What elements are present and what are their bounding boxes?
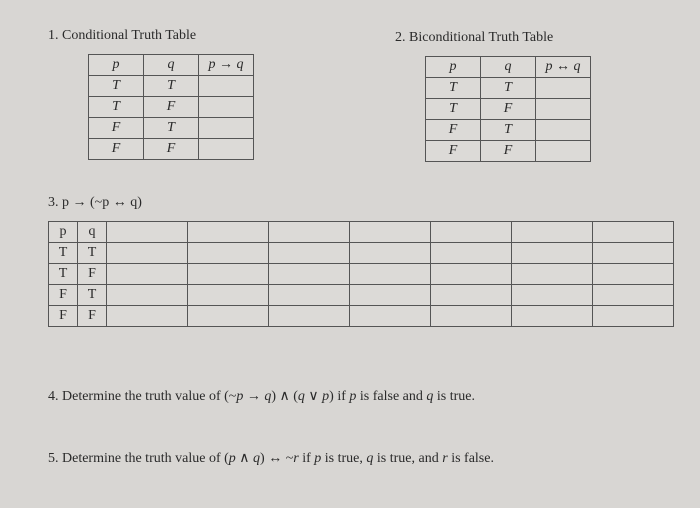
table-header: p q p → q — [89, 55, 254, 76]
col-result: p ↔ q — [536, 57, 591, 78]
col-blank — [593, 222, 674, 243]
col-blank — [107, 222, 188, 243]
col-p: p — [89, 55, 144, 76]
question-5: 5. Determine the truth value of (p ∧ q) … — [48, 450, 658, 467]
title-1: 1. Conditional Truth Table — [48, 28, 254, 44]
col-blank — [350, 222, 431, 243]
table-row: FF — [89, 139, 254, 160]
table-row: TT — [49, 243, 674, 264]
table-header: p q — [49, 222, 674, 243]
col-blank — [431, 222, 512, 243]
section-expression: 3. p → (~p ↔ q) p q TT TF FT FF — [48, 195, 674, 327]
table-row: TT — [89, 76, 254, 97]
table-expression: p q TT TF FT FF — [48, 221, 674, 327]
table-row: TT — [426, 78, 591, 99]
table-row: FT — [426, 120, 591, 141]
question-4: 4. Determine the truth value of (~p → q)… — [48, 388, 658, 405]
table-row: FF — [49, 306, 674, 327]
col-blank — [269, 222, 350, 243]
col-p: p — [49, 222, 78, 243]
table-header: p q p ↔ q — [426, 57, 591, 78]
section-conditional: 1. Conditional Truth Table p q p → q TT … — [48, 28, 254, 160]
table-conditional: p q p → q TT TF FT FF — [88, 54, 254, 160]
table-row: TF — [426, 99, 591, 120]
title-2: 2. Biconditional Truth Table — [395, 30, 591, 46]
col-blank — [188, 222, 269, 243]
table-row: FF — [426, 141, 591, 162]
section-biconditional: 2. Biconditional Truth Table p q p ↔ q T… — [395, 30, 591, 162]
col-q: q — [78, 222, 107, 243]
col-result: p → q — [199, 55, 254, 76]
col-q: q — [144, 55, 199, 76]
col-blank — [512, 222, 593, 243]
title-3: 3. p → (~p ↔ q) — [48, 195, 674, 211]
table-row: TF — [49, 264, 674, 285]
col-q: q — [481, 57, 536, 78]
table-row: FT — [89, 118, 254, 139]
worksheet: 1. Conditional Truth Table p q p → q TT … — [0, 0, 700, 56]
table-biconditional: p q p ↔ q TT TF FT FF — [425, 56, 591, 162]
table-row: FT — [49, 285, 674, 306]
table-row: TF — [89, 97, 254, 118]
col-p: p — [426, 57, 481, 78]
